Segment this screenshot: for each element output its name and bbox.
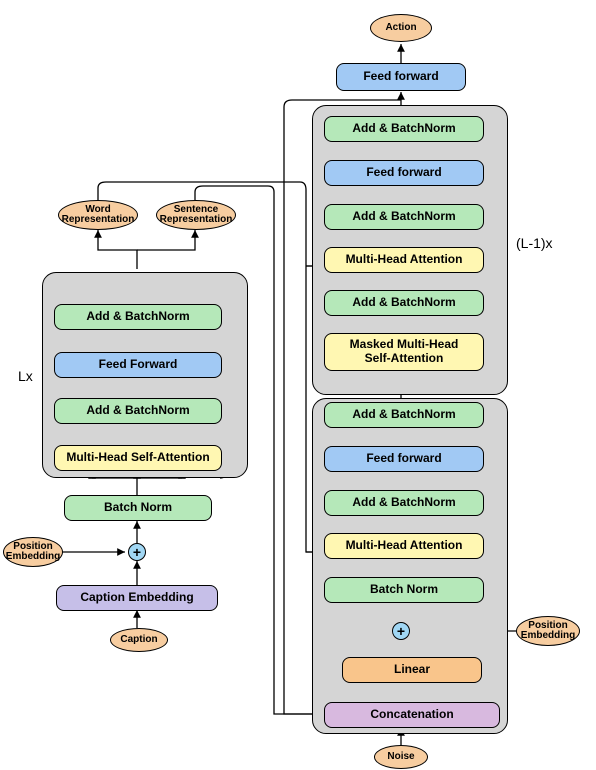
pos-embed-left: Position Embedding [3, 537, 63, 567]
dt-addnorm1: Add & BatchNorm [324, 290, 484, 316]
db-linear: Linear [342, 657, 482, 683]
enc-addnorm2: Add & BatchNorm [54, 304, 222, 330]
enc-selfattn: Multi-Head Self-Attention [54, 445, 222, 471]
db-concat: Concatenation [324, 702, 500, 728]
encoder-multiplier: Lx [18, 368, 33, 384]
enc-addnorm1: Add & BatchNorm [54, 398, 222, 424]
sent-rep-oval: Sentence Representation [156, 200, 236, 230]
db-feedforward: Feed forward [324, 446, 484, 472]
plus-left: + [128, 543, 146, 561]
feedforward-top: Feed forward [336, 63, 466, 91]
pos-embed-right: Position Embedding [516, 616, 580, 646]
noise-oval: Noise [374, 745, 428, 769]
enc-batchnorm: Batch Norm [64, 495, 212, 521]
feedforward-top-label: Feed forward [363, 70, 438, 84]
decoder-top-multiplier: (L-1)x [516, 235, 553, 251]
dt-addnorm3: Add & BatchNorm [324, 116, 484, 142]
action-oval: Action [370, 14, 432, 42]
enc-feedforward: Feed Forward [54, 352, 222, 378]
dt-feedforward: Feed forward [324, 160, 484, 186]
caption-embedding: Caption Embedding [56, 585, 218, 611]
caption-oval: Caption [110, 628, 168, 652]
dt-addnorm2: Add & BatchNorm [324, 204, 484, 230]
dt-mha: Multi-Head Attention [324, 247, 484, 273]
db-addnorm2: Add & BatchNorm [324, 402, 484, 428]
db-batchnorm: Batch Norm [324, 577, 484, 603]
db-addnorm1: Add & BatchNorm [324, 490, 484, 516]
plus-right: + [392, 622, 410, 640]
word-rep-oval: Word Representation [58, 200, 138, 230]
dt-masked: Masked Multi-Head Self-Attention [324, 333, 484, 371]
db-mha: Multi-Head Attention [324, 533, 484, 559]
action-label: Action [385, 23, 416, 34]
